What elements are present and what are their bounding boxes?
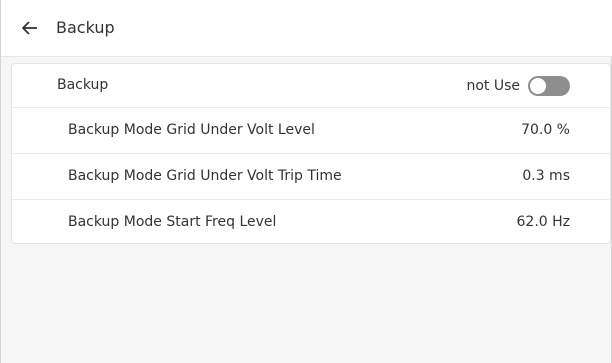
- backup-label: Backup: [57, 77, 109, 93]
- setting-row-under-volt-trip-time[interactable]: Backup Mode Grid Under Volt Trip Time 0.…: [12, 154, 610, 200]
- setting-row-under-volt-level[interactable]: Backup Mode Grid Under Volt Level 70.0 %: [12, 108, 610, 154]
- setting-value: 62.0 Hz: [516, 214, 571, 230]
- setting-row-start-freq-level[interactable]: Backup Mode Start Freq Level 62.0 Hz: [12, 200, 610, 244]
- backup-toggle-row: Backup not Use: [12, 64, 610, 108]
- toggle-knob: [530, 78, 546, 94]
- top-bar: Backup: [1, 0, 612, 57]
- backup-status-text: not Use: [466, 78, 520, 94]
- page-title: Backup: [56, 18, 115, 37]
- arrow-left-icon[interactable]: [21, 19, 39, 37]
- setting-value: 70.0 %: [521, 122, 570, 138]
- backup-toggle-switch[interactable]: [528, 76, 570, 96]
- app-window: Backup Backup not Use Backup Mode Grid U…: [0, 0, 612, 363]
- setting-value: 0.3 ms: [522, 168, 570, 184]
- backup-toggle-group: not Use: [466, 76, 570, 96]
- setting-label: Backup Mode Grid Under Volt Trip Time: [68, 168, 342, 184]
- setting-label: Backup Mode Grid Under Volt Level: [68, 122, 315, 138]
- backup-settings-card: Backup not Use Backup Mode Grid Under Vo…: [11, 63, 611, 244]
- setting-label: Backup Mode Start Freq Level: [68, 214, 277, 230]
